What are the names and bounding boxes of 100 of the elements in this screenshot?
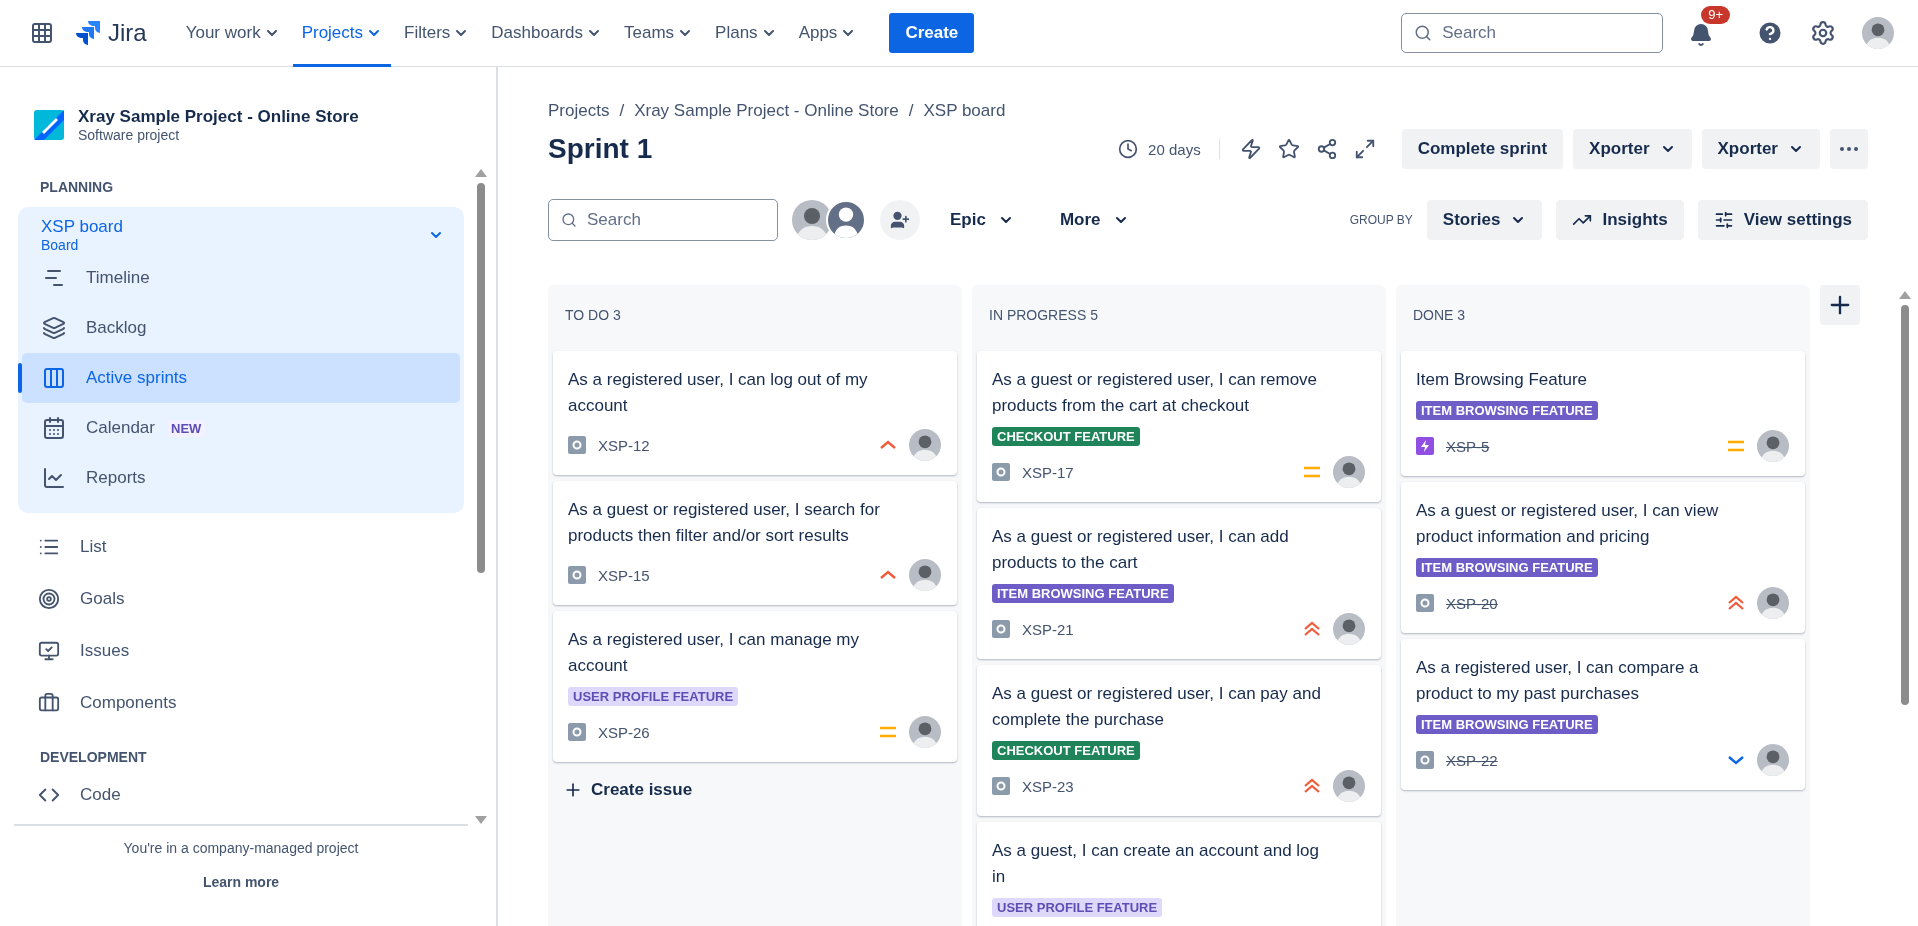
issue-summary: As a registered user, I can log out of my account bbox=[568, 369, 869, 417]
assignee-avatar bbox=[1757, 587, 1789, 619]
sidebar-item[interactable]: Issues bbox=[18, 625, 464, 677]
filter-dropdown[interactable]: Epic bbox=[934, 210, 1030, 230]
filter-dropdown[interactable]: More bbox=[1043, 210, 1145, 230]
issue-summary: As a guest, I can create an account and log in bbox=[992, 840, 1320, 888]
issue-card[interactable]: As a guest or registered user, I search for products then filter and/or sort results XSP-15 bbox=[553, 481, 957, 605]
issue-key[interactable]: XSP-23 bbox=[1022, 777, 1291, 795]
issue-card[interactable]: As a guest or registered user, I can add products to the cart ITEM BROWSING FEATURE XSP-21 bbox=[977, 508, 1381, 659]
app-switcher-icon[interactable] bbox=[30, 21, 54, 45]
add-person-icon bbox=[890, 210, 910, 230]
sidebar-item[interactable]: Calendar NEW bbox=[22, 403, 460, 453]
issue-summary: As a registered user, I can compare a product to my past purchases bbox=[1416, 657, 1700, 705]
sidebar-item[interactable]: Timeline bbox=[22, 253, 460, 303]
nav-menu[interactable]: Apps bbox=[789, 0, 866, 67]
issue-card[interactable]: As a registered user, I can log out of my account XSP-12 bbox=[553, 351, 957, 475]
group-by-dropdown[interactable]: Stories bbox=[1426, 200, 1543, 240]
issue-key[interactable]: XSP-26 bbox=[598, 723, 867, 741]
issue-key[interactable]: XSP-21 bbox=[1022, 620, 1291, 638]
nav-menu[interactable]: Dashboards bbox=[482, 0, 611, 67]
board-icon bbox=[42, 366, 66, 390]
epic-label: CHECKOUT FEATURE bbox=[992, 427, 1140, 446]
issue-key[interactable]: XSP-20 bbox=[1446, 594, 1715, 612]
insights-button[interactable]: Insights bbox=[1556, 200, 1684, 240]
sidebar-item[interactable]: Components bbox=[18, 677, 464, 729]
issue-summary: As a guest or registered user, I can view product information and pricing bbox=[1416, 500, 1720, 548]
create-issue-button[interactable]: Create issue bbox=[553, 768, 703, 812]
epic-label: ITEM BROWSING FEATURE bbox=[992, 584, 1174, 603]
issue-card[interactable]: Item Browsing Feature ITEM BROWSING FEATURE XSP-5 bbox=[1401, 351, 1805, 476]
help-icon[interactable] bbox=[1756, 19, 1784, 47]
assignee-avatar bbox=[1333, 770, 1365, 802]
scrollbar[interactable] bbox=[474, 169, 488, 824]
nav-menu[interactable]: Filters bbox=[395, 0, 479, 67]
briefcase-icon bbox=[38, 692, 60, 714]
issue-key[interactable]: XSP-22 bbox=[1446, 751, 1715, 769]
double-chevron-up-icon bbox=[1303, 621, 1321, 637]
issue-card[interactable]: As a registered user, I can manage my account USER PROFILE FEATURE XSP-26 bbox=[553, 611, 957, 762]
issue-card[interactable]: As a guest or registered user, I can pay and complete the purchase CHECKOUT FEATURE XSP-23 bbox=[977, 665, 1381, 816]
sidebar-item[interactable]: List bbox=[18, 521, 464, 573]
sidebar-item[interactable]: Code bbox=[18, 777, 464, 813]
sprint-title: Sprint 1 bbox=[548, 133, 654, 165]
issue-card[interactable]: As a guest or registered user, I can view product information and pricing ITEM BROWSING FEATURE XSP-20 bbox=[1401, 482, 1805, 633]
assignee-avatar bbox=[1333, 456, 1365, 488]
nav-menu[interactable]: Plans bbox=[706, 0, 786, 67]
action-button[interactable]: Complete sprint bbox=[1401, 129, 1564, 169]
action-button[interactable]: Xporter bbox=[1573, 129, 1692, 169]
bell-icon bbox=[1689, 22, 1714, 47]
add-column-button[interactable] bbox=[1820, 285, 1860, 325]
breadcrumb-separator: / bbox=[908, 101, 914, 121]
issue-summary: As a registered user, I can manage my account bbox=[568, 629, 861, 677]
double-chevron-up-icon bbox=[1727, 595, 1745, 611]
view-settings-button[interactable]: View settings bbox=[1697, 200, 1868, 240]
board-toggle[interactable]: XSP board Board bbox=[22, 217, 460, 253]
chart-icon bbox=[42, 466, 66, 490]
profile-avatar bbox=[1862, 17, 1894, 49]
issue-type-icon bbox=[1416, 594, 1434, 612]
learn-more-link[interactable]: Learn more bbox=[202, 874, 280, 890]
project-type: Software project bbox=[78, 127, 181, 143]
add-people-button[interactable] bbox=[880, 200, 920, 240]
new-tag: NEW bbox=[167, 419, 206, 437]
share-icon[interactable] bbox=[1315, 138, 1338, 160]
issue-type-icon bbox=[992, 777, 1010, 795]
equals-icon bbox=[879, 726, 897, 738]
breadcrumb-link[interactable]: Projects bbox=[548, 101, 610, 121]
issue-card[interactable]: As a registered user, I can compare a product to my past purchases ITEM BROWSING FEATURE XSP-22 bbox=[1401, 639, 1805, 790]
equals-icon bbox=[1303, 466, 1321, 478]
action-button[interactable]: Xporter bbox=[1701, 129, 1820, 169]
assignee-avatar bbox=[909, 429, 941, 461]
sidebar-item[interactable]: Reports bbox=[22, 453, 460, 503]
issue-card[interactable]: As a guest or registered user, I can remove products from the cart at checkout CHECKOUT FEATURE XSP-17 bbox=[977, 351, 1381, 502]
epic-label: USER PROFILE FEATURE bbox=[568, 687, 739, 706]
breadcrumb-link[interactable]: Xray Sample Project - Online Store bbox=[634, 101, 899, 121]
issue-key[interactable]: XSP-5 bbox=[1446, 437, 1715, 455]
issue-key[interactable]: XSP-15 bbox=[598, 566, 867, 584]
issue-card[interactable]: As a guest, I can create an account and log in USER PROFILE FEATURE bbox=[977, 822, 1381, 926]
chevron-up-icon bbox=[879, 570, 897, 580]
assignee-avatar bbox=[909, 559, 941, 591]
more-button[interactable] bbox=[1830, 129, 1868, 169]
search-field[interactable]: Search bbox=[1401, 13, 1664, 53]
lightning-icon[interactable] bbox=[1239, 138, 1262, 160]
board-search-field[interactable]: Search bbox=[548, 199, 778, 241]
issue-type-icon bbox=[568, 566, 586, 584]
nav-menu[interactable]: Your work bbox=[176, 0, 289, 67]
notifications-button[interactable]: 9+ bbox=[1689, 5, 1730, 47]
create-button[interactable]: Create bbox=[889, 13, 975, 53]
chevron-down-icon bbox=[1727, 755, 1745, 765]
group-by-label: GROUP BY bbox=[1349, 213, 1413, 227]
issue-key[interactable]: XSP-17 bbox=[1022, 463, 1291, 481]
star-icon[interactable] bbox=[1277, 138, 1300, 160]
assignee-avatar bbox=[1333, 613, 1365, 645]
nav-menu[interactable]: Teams bbox=[615, 0, 703, 67]
settings-icon[interactable] bbox=[1810, 20, 1836, 46]
expand-icon[interactable] bbox=[1353, 138, 1376, 160]
target-icon bbox=[38, 588, 60, 610]
issue-summary: As a guest or registered user, I can pay and complete the purchase bbox=[992, 683, 1322, 731]
sidebar-item[interactable]: Backlog bbox=[22, 303, 460, 353]
backlog-icon bbox=[42, 316, 66, 340]
breadcrumb-link[interactable]: XSP board bbox=[923, 101, 1006, 121]
issue-key[interactable]: XSP-12 bbox=[598, 436, 867, 454]
sidebar-item[interactable]: Goals bbox=[18, 573, 464, 625]
